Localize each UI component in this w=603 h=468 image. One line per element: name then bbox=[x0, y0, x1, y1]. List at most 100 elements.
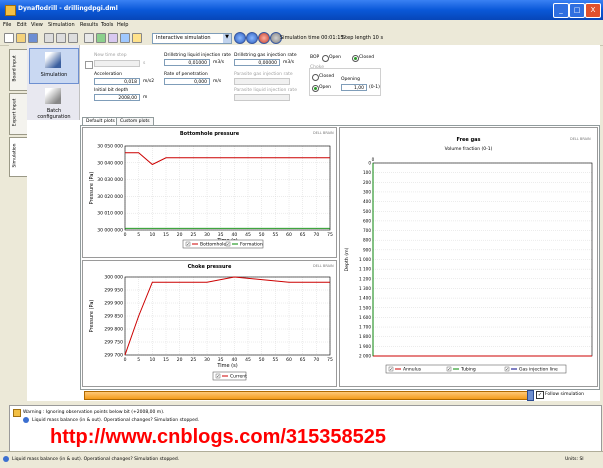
batch-icon bbox=[45, 88, 61, 104]
initial-bit-depth-field[interactable]: 2008,00 bbox=[94, 94, 140, 101]
choke-closed-radio[interactable] bbox=[312, 74, 319, 81]
close-button[interactable]: X bbox=[585, 3, 601, 18]
simulation-mode-select[interactable]: Interactive simulation ▼ bbox=[152, 33, 232, 44]
x-tick-label: 30 bbox=[204, 232, 210, 238]
simulation-mode-value: Interactive simulation bbox=[156, 35, 211, 41]
x-tick-label: 70 bbox=[313, 357, 319, 363]
new-step-checkbox[interactable] bbox=[85, 61, 93, 69]
y-tick-label: 30 050 000 bbox=[97, 144, 123, 150]
y-tick-label: 300 bbox=[363, 189, 371, 194]
legend-check: ✓ bbox=[227, 242, 230, 247]
legend-label: Annulus bbox=[403, 367, 422, 373]
opening-field[interactable]: 1,00 bbox=[341, 84, 367, 91]
x-tick-label: 25 bbox=[190, 357, 196, 363]
parasite-liquid-field[interactable] bbox=[234, 94, 290, 101]
side-buttons: Simulation Batch configuration bbox=[27, 45, 80, 120]
status-bar: Liquid mass balance (in & out). Operatio… bbox=[0, 451, 603, 468]
menu-results[interactable]: Results bbox=[80, 22, 98, 28]
menu-tools[interactable]: Tools bbox=[101, 22, 113, 28]
y-tick-label: 100 bbox=[363, 170, 371, 175]
legend-label: Gas injection line bbox=[519, 367, 558, 373]
acceleration-field[interactable]: 0,018 bbox=[94, 78, 140, 85]
legend-label: Tubing bbox=[460, 367, 476, 373]
free-gas-plot: 0 100 200 300 400 500 600 700 800 900 1 000 1 100 1 … bbox=[344, 157, 593, 374]
choke-group bbox=[309, 68, 381, 96]
y-axis-label: Pressure (Pa) bbox=[89, 300, 95, 333]
x-tick-label: 15 bbox=[163, 357, 169, 363]
settings-icon[interactable] bbox=[120, 33, 130, 43]
tab-simulation[interactable]: Simulation bbox=[9, 137, 28, 177]
copy-icon[interactable] bbox=[56, 33, 66, 43]
penetration-rate-field[interactable]: 0,000 bbox=[164, 78, 210, 85]
bop-label: BOP bbox=[310, 55, 320, 60]
play-button[interactable] bbox=[234, 32, 246, 44]
units-indicator: Units: SI bbox=[565, 457, 584, 462]
new-step-label: New time step bbox=[94, 53, 127, 58]
x-tick-label: 10 bbox=[149, 357, 155, 363]
choke-open-label: Open bbox=[319, 85, 332, 90]
follow-simulation-checkbox[interactable]: ✓ bbox=[536, 391, 544, 399]
legend-label: Bottomhole bbox=[200, 242, 226, 248]
check-icon[interactable] bbox=[96, 33, 106, 43]
x-tick-label: 45 bbox=[245, 232, 251, 238]
run-icon[interactable] bbox=[108, 33, 118, 43]
x-tick-label: 65 bbox=[300, 357, 306, 363]
y-tick-label: 1 800 bbox=[359, 334, 371, 339]
cut-icon[interactable] bbox=[44, 33, 54, 43]
open-icon[interactable] bbox=[16, 33, 26, 43]
opening-unit: (0-1) bbox=[369, 85, 380, 90]
x-tick-label: 65 bbox=[300, 232, 306, 238]
y-tick-label: 1 400 bbox=[359, 296, 371, 301]
new-step-field[interactable] bbox=[94, 60, 140, 67]
paste-icon[interactable] bbox=[68, 33, 78, 43]
x-tick-label: 75 bbox=[327, 232, 333, 238]
properties-icon[interactable] bbox=[84, 33, 94, 43]
x-tick-label: 20 bbox=[177, 357, 183, 363]
minimize-button[interactable]: _ bbox=[553, 3, 569, 18]
x-axis-label: Time (s) bbox=[216, 363, 237, 369]
x-tick-label: 10 bbox=[149, 232, 155, 238]
progress-handle[interactable] bbox=[527, 390, 534, 401]
bop-open-label: Open bbox=[329, 55, 342, 60]
x-tick-label: 75 bbox=[327, 357, 333, 363]
gas-rate-label: Drillstring gas injection rate bbox=[234, 53, 297, 58]
tab-expert-input[interactable]: Expert input bbox=[9, 93, 28, 135]
acceleration-unit: m/s2 bbox=[143, 79, 155, 84]
x-tick-label: 5 bbox=[137, 357, 140, 363]
x-tick-label: 60 bbox=[286, 232, 292, 238]
batch-configuration-button[interactable]: Batch configuration bbox=[29, 84, 79, 120]
x-tick-label: 0 bbox=[124, 357, 127, 363]
legend-check: ✓ bbox=[217, 374, 220, 379]
step-button[interactable] bbox=[246, 32, 258, 44]
save-icon[interactable] bbox=[28, 33, 38, 43]
watermark: http://www.cnblogs.com/315358525 bbox=[50, 426, 387, 448]
menu-file[interactable]: File bbox=[3, 22, 11, 28]
y-axis-label: Depth (m) bbox=[344, 247, 350, 271]
legend-check: ✓ bbox=[448, 367, 451, 372]
y-tick-label: 800 bbox=[363, 238, 371, 243]
bop-open-radio[interactable] bbox=[322, 55, 329, 62]
tab-board-input[interactable]: Board input bbox=[9, 49, 28, 91]
choke-open-radio[interactable] bbox=[312, 85, 319, 92]
bop-closed-radio[interactable] bbox=[352, 55, 359, 62]
parasite-gas-field[interactable] bbox=[234, 78, 290, 85]
new-icon[interactable] bbox=[4, 33, 14, 43]
acceleration-label: Acceleration bbox=[94, 72, 122, 77]
gas-rate-field[interactable]: 0,00000 bbox=[234, 59, 280, 66]
simulation-button[interactable]: Simulation bbox=[29, 48, 79, 84]
liquid-rate-field[interactable]: 0,01000 bbox=[164, 59, 210, 66]
x-tick-label: 0 bbox=[124, 232, 127, 238]
menu-view[interactable]: View bbox=[31, 22, 43, 28]
y-tick-label: 299 950 bbox=[104, 288, 123, 294]
y-tick-label: 1 100 bbox=[359, 267, 371, 272]
free-gas-chart: Free gas Volume fraction (0-1) DELL BRAI… bbox=[339, 127, 598, 387]
warning-icon[interactable] bbox=[132, 33, 142, 43]
stop-button[interactable] bbox=[258, 32, 270, 44]
x-tick-label: 60 bbox=[286, 357, 292, 363]
y-tick-label: 1 500 bbox=[359, 305, 371, 310]
menu-edit[interactable]: Edit bbox=[17, 22, 27, 28]
maximize-button[interactable]: □ bbox=[569, 3, 585, 18]
menu-simulation[interactable]: Simulation bbox=[48, 22, 75, 28]
y-tick-label: 1 300 bbox=[359, 286, 371, 291]
menu-help[interactable]: Help bbox=[117, 22, 128, 28]
